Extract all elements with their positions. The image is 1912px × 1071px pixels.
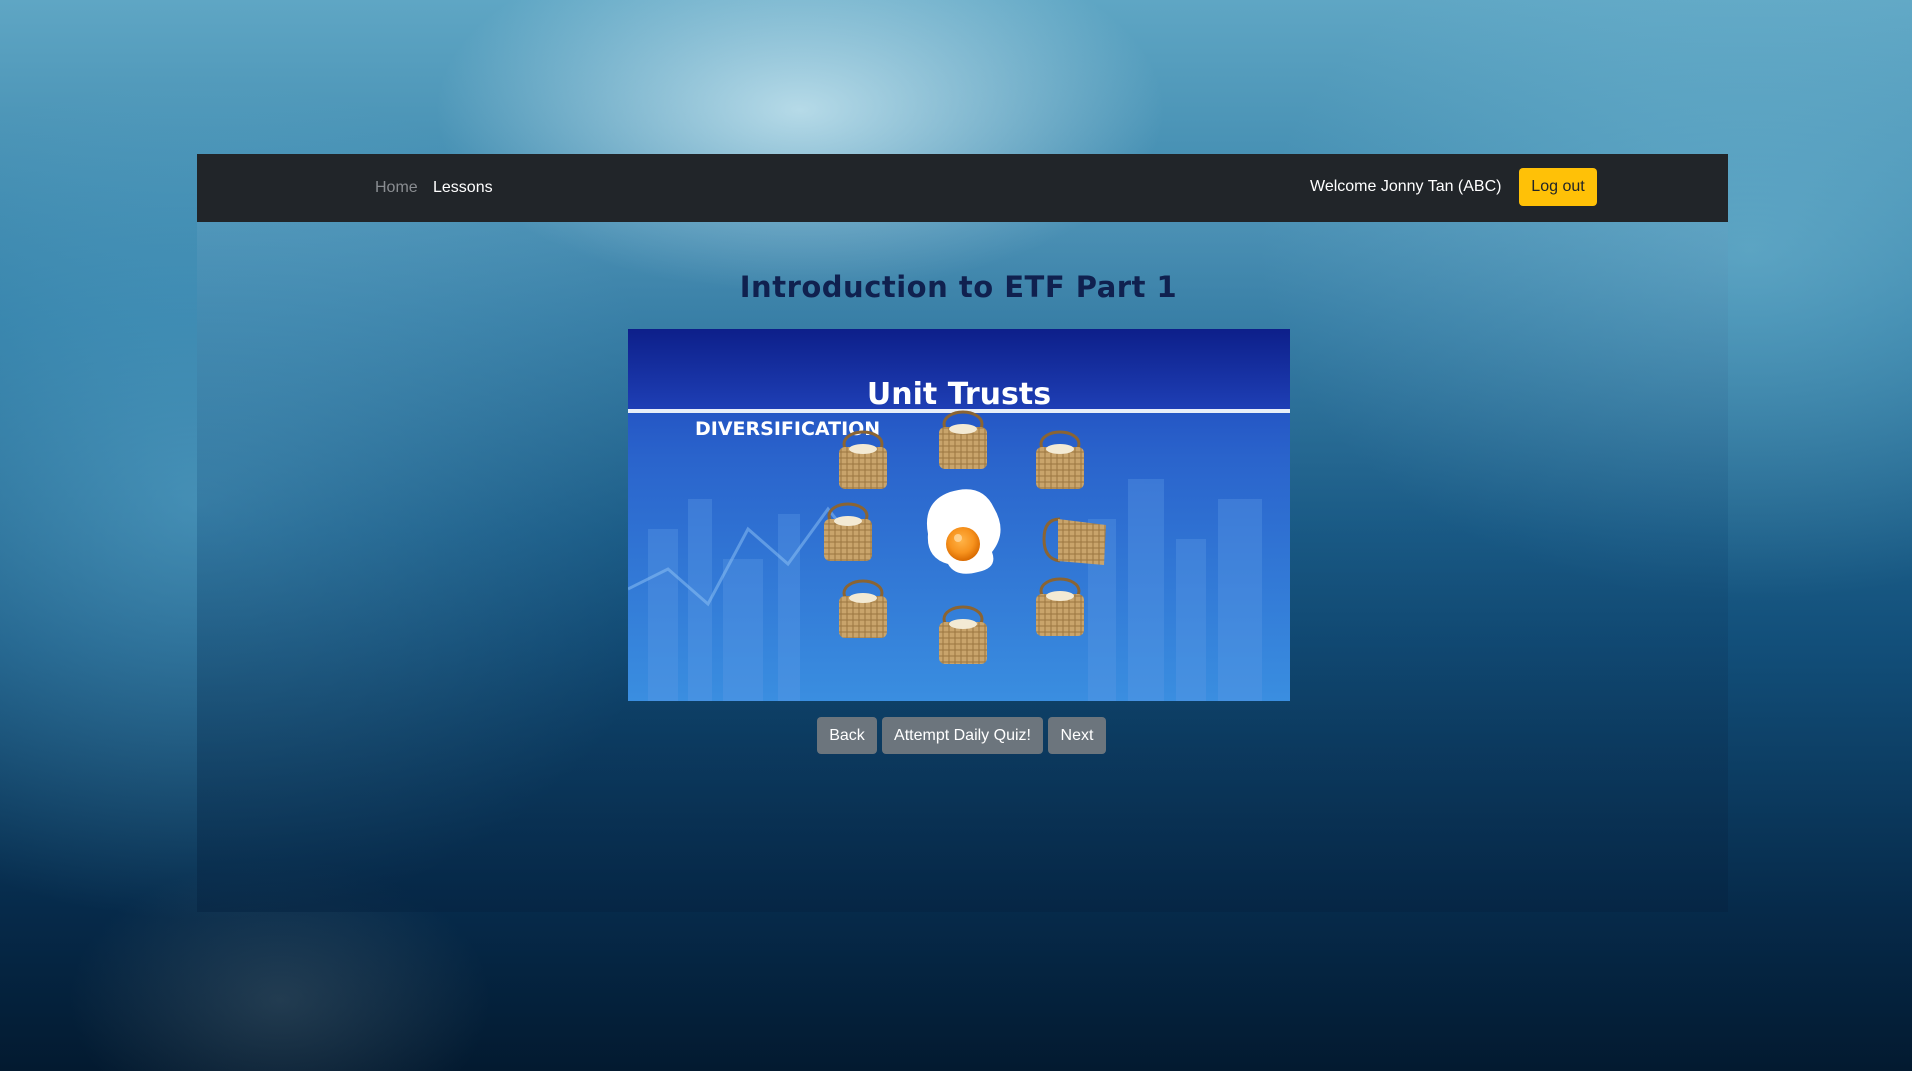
- slide-heading: Unit Trusts: [867, 377, 1051, 412]
- app-container: Home Lessons Welcome Jonny Tan (ABC) Log…: [197, 154, 1728, 912]
- welcome-message: Welcome Jonny Tan (ABC): [1310, 178, 1502, 195]
- nav-home-link[interactable]: Home: [375, 178, 418, 198]
- attempt-quiz-button[interactable]: Attempt Daily Quiz!: [882, 717, 1043, 754]
- lesson-title: Introduction to ETF Part 1: [739, 270, 1178, 304]
- logout-button[interactable]: Log out: [1519, 168, 1597, 206]
- lesson-slide-image: Unit Trusts DIVERSIFICATION: [628, 329, 1290, 701]
- slide-subheading: DIVERSIFICATION: [695, 418, 880, 440]
- back-button[interactable]: Back: [817, 717, 877, 754]
- nav-lessons-link[interactable]: Lessons: [433, 178, 493, 198]
- navbar: Home Lessons Welcome Jonny Tan (ABC) Log…: [197, 154, 1728, 222]
- next-button[interactable]: Next: [1048, 717, 1106, 754]
